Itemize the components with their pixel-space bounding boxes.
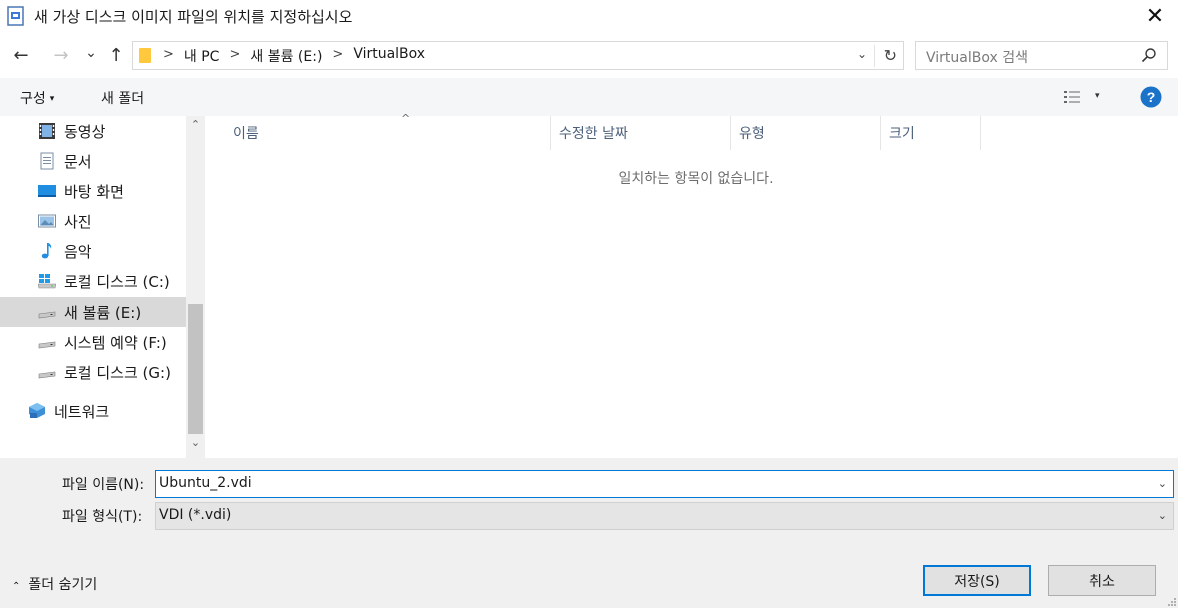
network-icon [29,403,45,418]
navigation-pane: 동영상 문서 바탕 화면 사진 음악 로컬 디스크 (C:) 새 볼륨 (E:)… [0,116,186,458]
filename-field[interactable]: Ubuntu_2.vdi ⌄ [155,470,1174,498]
column-header-label: 유형 [739,126,765,142]
sidebar-item-label: 새 볼륨 (E:) [64,304,142,322]
sidebar-item-videos[interactable]: 동영상 [0,116,186,146]
sidebar-item-network[interactable]: 네트워크 [0,396,186,426]
chevron-down-icon: ⌄ [1157,509,1167,522]
search-input[interactable]: VirtualBox 검색 [915,41,1168,70]
windows-drive-icon [38,274,56,289]
resize-grip-icon[interactable] [1166,596,1176,606]
organize-label: 구성 [20,91,46,107]
sidebar-item-label: 사진 [64,213,92,231]
forward-button[interactable]: → [48,42,74,68]
close-button[interactable]: ✕ [1132,0,1178,32]
column-header-modified[interactable]: 수정한 날짜 [551,116,731,150]
sidebar-item-label: 로컬 디스크 (G:) [64,364,171,382]
breadcrumb-virtualbox[interactable]: VirtualBox [353,46,425,66]
sidebar-item-drive-c[interactable]: 로컬 디스크 (C:) [0,266,186,296]
save-options-panel: 파일 이름(N): Ubuntu_2.vdi ⌄ 파일 형식(T): VDI (… [0,458,1178,608]
column-header-type[interactable]: 유형 [731,116,881,150]
new-folder-button[interactable]: 새 폴더 [101,88,144,108]
column-header-label: 이름 [233,126,259,142]
forward-arrow-icon: → [53,44,69,66]
help-icon[interactable]: ? [1140,86,1162,108]
details-view-icon[interactable] [1064,90,1080,104]
caret-down-icon: ▾ [49,94,55,104]
hide-folders-label: 폴더 숨기기 [28,577,98,593]
file-list[interactable]: 이름 ^ 수정한 날짜 유형 크기 일치하는 항목이 없습니다. [205,112,1178,458]
chevron-up-icon: ⌃ [12,581,21,592]
column-header-label: 수정한 날짜 [559,126,628,142]
back-button[interactable]: ← [8,42,34,68]
up-arrow-icon: ↑ [108,44,124,66]
document-icon [40,152,54,170]
sidebar-item-label: 동영상 [64,123,106,141]
address-dropdown-icon[interactable]: ⌄ [857,47,867,61]
column-header-name[interactable]: 이름 ^ [225,112,551,150]
sidebar-item-label: 로컬 디스크 (C:) [64,273,170,291]
sidebar-item-label: 시스템 예약 (F:) [64,334,167,352]
window-title: 새 가상 디스크 이미지 파일의 위치를 지정하십시오 [34,8,353,26]
divider [874,45,875,67]
up-button[interactable]: ↑ [103,42,129,68]
breadcrumb-separator: > [229,47,241,62]
hide-folders-button[interactable]: ⌃ 폴더 숨기기 [12,574,97,594]
sidebar-item-label: 네트워크 [54,403,110,421]
search-icon [1141,48,1156,63]
breadcrumb-this-pc[interactable]: 내 PC [184,46,220,66]
column-header-size[interactable]: 크기 [881,116,981,150]
scroll-down-icon[interactable]: ⌄ [186,436,205,456]
sidebar-item-desktop[interactable]: 바탕 화면 [0,176,186,206]
drive-icon [38,341,56,349]
video-icon [39,123,55,139]
sidebar-item-music[interactable]: 음악 [0,236,186,266]
sidebar-item-volume-e[interactable]: 새 볼륨 (E:) [0,297,186,327]
back-arrow-icon: ← [13,44,29,66]
close-icon: ✕ [1145,3,1165,29]
help-glyph: ? [1147,89,1156,105]
command-bar: 구성 ▾ 새 폴더 ▾ [0,78,1178,116]
refresh-icon[interactable]: ↻ [884,46,897,65]
filetype-select[interactable]: VDI (*.vdi) ⌄ [155,502,1174,530]
scroll-up-icon[interactable]: ⌃ [186,118,205,138]
navigation-scrollbar[interactable]: ⌃ ⌄ [186,116,205,458]
filetype-value: VDI (*.vdi) [159,507,232,523]
sidebar-item-label: 음악 [64,243,92,261]
recent-locations-button[interactable]: ⌄ [78,40,104,66]
organize-button[interactable]: 구성 ▾ [20,88,54,108]
drive-icon [38,371,56,379]
filename-value[interactable]: Ubuntu_2.vdi [159,475,252,491]
sidebar-item-label: 바탕 화면 [64,183,124,201]
column-header-label: 크기 [889,126,915,142]
title-bar: 새 가상 디스크 이미지 파일의 위치를 지정하십시오 ✕ [0,0,1178,32]
desktop-icon [38,185,56,197]
view-options-caret-icon[interactable]: ▾ [1095,91,1100,101]
empty-message: 일치하는 항목이 없습니다. [618,171,774,187]
breadcrumb-volume-e[interactable]: 새 볼륨 (E:) [250,46,322,66]
filename-label: 파일 이름(N): [62,477,145,493]
sidebar-item-drive-f[interactable]: 시스템 예약 (F:) [0,327,186,357]
chevron-down-icon[interactable]: ⌄ [1158,477,1167,490]
breadcrumb: > 내 PC > 새 볼륨 (E:) > VirtualBox [163,46,425,66]
breadcrumb-separator: > [163,47,174,62]
drive-icon [38,311,56,319]
pictures-icon [38,214,56,228]
sidebar-item-label: 문서 [64,153,92,171]
filetype-label: 파일 형식(T): [62,509,143,525]
chevron-down-icon: ⌄ [85,45,97,61]
folder-icon [139,48,151,63]
breadcrumb-separator: > [332,47,344,62]
scroll-thumb[interactable] [188,304,203,434]
music-icon [41,243,52,259]
address-bar[interactable]: > 내 PC > 새 볼륨 (E:) > VirtualBox ⌄ ↻ [132,41,904,70]
save-button[interactable]: 저장(S) [923,565,1031,596]
app-icon [7,6,24,26]
sort-ascending-icon: ^ [401,112,411,125]
sidebar-item-drive-g[interactable]: 로컬 디스크 (G:) [0,357,186,387]
sidebar-item-documents[interactable]: 문서 [0,146,186,176]
search-placeholder: VirtualBox 검색 [926,50,1028,66]
sidebar-item-pictures[interactable]: 사진 [0,206,186,236]
cancel-button[interactable]: 취소 [1048,565,1156,596]
